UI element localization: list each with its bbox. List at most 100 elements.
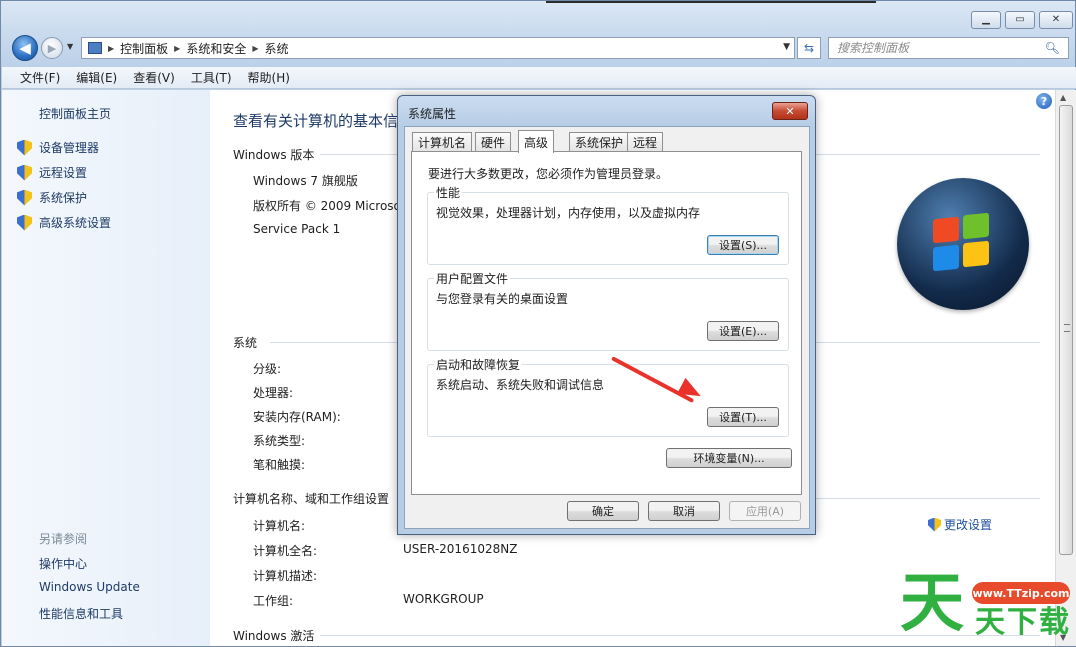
edition-text: Windows 7 旗舰版: [253, 174, 358, 188]
vertical-scrollbar[interactable]: ▲ ▼: [1055, 90, 1076, 646]
ok-button[interactable]: 确定: [567, 501, 639, 521]
maximize-button[interactable]: ▭: [1005, 11, 1035, 29]
group-label: 性能: [434, 184, 463, 201]
dialog-close-icon[interactable]: ✕: [772, 102, 808, 120]
watermark-logo: 天: [900, 567, 964, 641]
refresh-icon[interactable]: ⇆: [797, 37, 821, 59]
search-input[interactable]: [837, 41, 1037, 55]
watermark-text: 天下载: [975, 605, 1071, 640]
group-label: 用户配置文件: [434, 270, 511, 287]
breadcrumb-control-panel[interactable]: 控制面板: [120, 40, 168, 57]
caption-buttons: ▁ ▭ ✕: [971, 11, 1073, 29]
sidebar-item-action-center[interactable]: 操作中心: [39, 555, 87, 572]
menu-bar: 文件(F) 编辑(E) 查看(V) 工具(T) 帮助(H): [2, 67, 1076, 89]
sidebar-item-system-protection[interactable]: 系统保护: [17, 189, 87, 206]
breadcrumb-system[interactable]: 系统: [265, 40, 289, 57]
top-edge-line: [546, 1, 876, 3]
cancel-button[interactable]: 取消: [648, 501, 720, 521]
section-computer-name: 计算机名称、域和工作组设置: [233, 492, 390, 506]
sidebar-item-advanced-settings[interactable]: 高级系统设置: [17, 214, 111, 231]
close-button[interactable]: ✕: [1039, 11, 1073, 29]
uac-shield-icon: [928, 517, 941, 532]
menu-view[interactable]: 查看(V): [133, 69, 175, 86]
menu-tools[interactable]: 工具(T): [191, 69, 232, 86]
windows-logo-icon: [897, 178, 1029, 310]
sidebar-item-label: 设备管理器: [39, 141, 100, 155]
breadcrumb-system-security[interactable]: 系统和安全: [186, 40, 246, 57]
change-settings-label: 更改设置: [944, 518, 993, 532]
uac-shield-icon: [17, 214, 32, 231]
performance-settings-button[interactable]: 设置(S)...: [707, 235, 779, 255]
group-performance: 性能 视觉效果，处理器计划，内存使用，以及虚拟内存 设置(S)...: [427, 184, 789, 265]
group-label: 启动和故障恢复: [434, 356, 523, 373]
sidebar-item-label: 系统保护: [39, 191, 88, 205]
tab-hardware[interactable]: 硬件: [475, 132, 512, 152]
page-title: 查看有关计算机的基本信息: [233, 112, 414, 130]
admin-note: 要进行大多数更改，您必须作为管理员登录。: [428, 167, 669, 181]
chevron-right-icon[interactable]: ▶: [174, 44, 180, 53]
field-system-type: 系统类型:: [253, 434, 306, 448]
tab-computer-name[interactable]: 计算机名: [412, 132, 473, 152]
address-bar[interactable]: ▶ 控制面板 ▶ 系统和安全 ▶ 系统 ▼: [81, 37, 795, 59]
sidebar-item-device-manager[interactable]: 设备管理器: [17, 139, 99, 156]
field-pen-touch: 笔和触摸:: [253, 458, 306, 472]
group-description: 与您登录有关的桌面设置: [436, 292, 569, 306]
menu-help[interactable]: 帮助(H): [248, 69, 290, 86]
field-processor: 处理器:: [253, 386, 294, 400]
startup-recovery-settings-button[interactable]: 设置(T)...: [707, 407, 779, 427]
chevron-right-icon[interactable]: ▶: [108, 44, 114, 53]
field-full-name: 计算机全名:: [253, 544, 318, 558]
sidebar-home-link[interactable]: 控制面板主页: [39, 105, 111, 122]
uac-shield-icon: [17, 164, 32, 181]
sidebar-item-performance-tools[interactable]: 性能信息和工具: [39, 605, 123, 622]
change-settings-link[interactable]: 更改设置: [928, 516, 992, 533]
uac-shield-icon: [17, 189, 32, 206]
system-properties-dialog: 系统属性 ✕ 计算机名 硬件 高级 系统保护 远程 要进行大多数更改，您必须作为…: [397, 95, 816, 535]
value-workgroup: WORKGROUP: [403, 592, 484, 606]
environment-variables-button[interactable]: 环境变量(N)...: [666, 448, 792, 468]
field-rating: 分级:: [253, 362, 282, 376]
user-profiles-settings-button[interactable]: 设置(E)...: [707, 321, 779, 341]
scroll-thumb[interactable]: [1059, 105, 1073, 555]
group-startup-recovery: 启动和故障恢复 系统启动、系统失败和调试信息 设置(T)...: [427, 356, 789, 437]
search-box[interactable]: 🔍︎: [828, 37, 1069, 59]
field-computer-name: 计算机名:: [253, 519, 306, 533]
sidebar-item-windows-update[interactable]: Windows Update: [39, 580, 140, 594]
tab-remote[interactable]: 远程: [627, 132, 664, 152]
watermark-url-badge: www.TTzip.com: [972, 582, 1070, 604]
field-ram: 安装内存(RAM):: [253, 410, 341, 424]
see-also-heading: 另请参阅: [39, 532, 88, 546]
uac-shield-icon: [17, 139, 32, 156]
minimize-button[interactable]: ▁: [971, 11, 1001, 29]
group-description: 系统启动、系统失败和调试信息: [436, 378, 605, 392]
sidebar-item-label: 远程设置: [39, 166, 88, 180]
dialog-body: 计算机名 硬件 高级 系统保护 远程 要进行大多数更改，您必须作为管理员登录。 …: [404, 126, 810, 529]
search-icon[interactable]: 🔍︎: [1045, 41, 1060, 55]
menu-file[interactable]: 文件(F): [20, 69, 60, 86]
field-workgroup: 工作组:: [253, 594, 294, 608]
menu-edit[interactable]: 编辑(E): [76, 69, 117, 86]
history-dropdown-icon[interactable]: ▼: [67, 42, 73, 51]
value-full-name: USER-20161028NZ: [403, 542, 518, 556]
chevron-right-icon[interactable]: ▶: [252, 44, 258, 53]
field-description: 计算机描述:: [253, 569, 318, 583]
apply-button[interactable]: 应用(A): [729, 501, 801, 521]
sidebar-item-label: 高级系统设置: [39, 216, 112, 230]
advanced-tab-panel: 要进行大多数更改，您必须作为管理员登录。 性能 视觉效果，处理器计划，内存使用，…: [411, 151, 802, 495]
help-icon[interactable]: ?: [1036, 93, 1052, 109]
dialog-title: 系统属性: [408, 107, 457, 121]
section-activation: Windows 激活: [233, 629, 315, 643]
group-description: 视觉效果，处理器计划，内存使用，以及虚拟内存: [436, 206, 701, 220]
group-user-profiles: 用户配置文件 与您登录有关的桌面设置 设置(E)...: [427, 270, 789, 351]
sidebar: 控制面板主页 设备管理器 远程设置 系统保护 高级系统设置 另请参阅 操作中心 …: [2, 90, 210, 646]
scroll-up-icon[interactable]: ▲: [1060, 93, 1066, 102]
tab-advanced[interactable]: 高级: [518, 130, 555, 153]
tab-system-protection[interactable]: 系统保护: [569, 132, 630, 152]
back-arrow-icon[interactable]: ◀: [12, 35, 38, 61]
address-dropdown-icon[interactable]: ▼: [783, 42, 790, 52]
sidebar-item-remote-settings[interactable]: 远程设置: [17, 164, 87, 181]
section-windows-edition: Windows 版本: [233, 148, 315, 162]
section-system: 系统: [233, 336, 258, 350]
forward-arrow-icon[interactable]: ▶: [41, 37, 63, 59]
computer-icon: [88, 42, 102, 54]
